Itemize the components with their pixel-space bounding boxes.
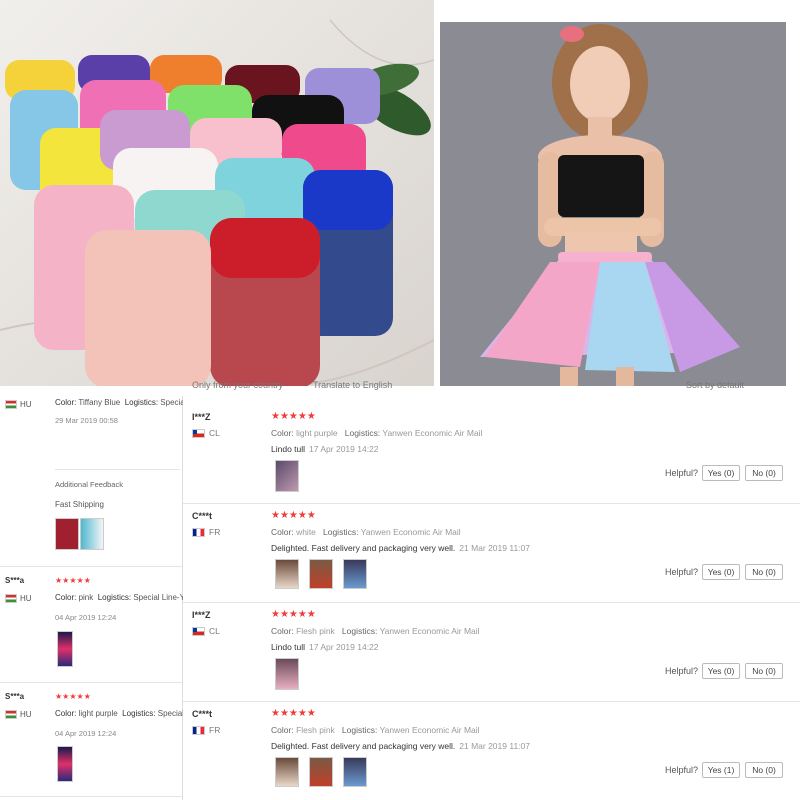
divider xyxy=(0,796,182,797)
tutu-model-image xyxy=(440,22,786,393)
review-list: I***Z CL ★★★★★ Color: light purple Logis… xyxy=(183,396,800,800)
star-rating: ★★★★★ xyxy=(55,692,91,701)
reviewer-name: I***Z xyxy=(192,610,211,620)
country-filter-label[interactable]: Only from your country xyxy=(192,380,283,390)
star-rating: ★★★★★ xyxy=(271,411,316,422)
chile-flag-icon xyxy=(192,429,205,439)
review-text: Delighted. Fast delivery and packaging v… xyxy=(271,741,530,751)
review-meta: Color: Flesh pink Logistics: Yanwen Econ… xyxy=(271,626,480,636)
divider xyxy=(0,566,182,567)
france-flag-icon xyxy=(192,528,205,538)
sort-label[interactable]: Sort by default xyxy=(686,380,744,390)
review-photo-thumbnail[interactable] xyxy=(343,757,367,787)
product-photo-tulle-rolls xyxy=(0,0,434,393)
review-photo-thumbnail[interactable] xyxy=(57,746,73,782)
review-photo-thumbnail[interactable] xyxy=(275,559,299,589)
review-country: CL xyxy=(192,626,220,637)
reviewer-name: S***a xyxy=(5,576,25,585)
review-photo-thumbnail[interactable] xyxy=(275,757,299,787)
review-date: 04 Apr 2019 12:24 xyxy=(55,729,117,738)
review-country: HU xyxy=(5,400,32,410)
review-photo-thumbnail[interactable] xyxy=(80,518,104,550)
review-country: FR xyxy=(192,725,220,736)
helpful-no-button[interactable]: No (0) xyxy=(745,465,783,481)
hungary-flag-icon xyxy=(5,710,17,720)
star-rating: ★★★★★ xyxy=(271,609,316,620)
review-meta: Color: Flesh pink Logistics: Yanwen Econ… xyxy=(271,725,480,735)
review-date: 21 Mar 2019 11:07 xyxy=(459,543,530,553)
helpful-yes-button[interactable]: Yes (1) xyxy=(702,762,740,778)
left-review-panel: HU Color: Tiffany Blue Logistics: Specia… xyxy=(0,396,219,800)
france-flag-icon xyxy=(192,726,205,736)
helpful-no-button[interactable]: No (0) xyxy=(745,762,783,778)
review-date: 04 Apr 2019 12:24 xyxy=(55,613,117,622)
review-photo-thumbnail[interactable] xyxy=(309,559,333,589)
review-item: C***t FR ★★★★★ Color: white Logistics: Y… xyxy=(183,507,800,603)
translate-label[interactable]: Translate to English xyxy=(313,380,392,390)
helpful-no-button[interactable]: No (0) xyxy=(745,564,783,580)
review-date: 29 Mar 2019 00:58 xyxy=(55,416,118,425)
helpful-label: Helpful? xyxy=(665,666,699,676)
reviewer-name: S***a xyxy=(5,692,25,701)
hungary-flag-icon xyxy=(5,594,17,604)
reviewer-name: I***Z xyxy=(192,412,211,422)
divider xyxy=(0,682,182,683)
product-photo-tutu-model xyxy=(436,8,800,393)
star-rating: ★★★★★ xyxy=(271,708,316,719)
review-date: 17 Apr 2019 14:22 xyxy=(309,444,379,454)
divider xyxy=(183,602,800,603)
review-text: Lindo tull 17 Apr 2019 14:22 xyxy=(271,642,379,652)
review-item: I***Z CL ★★★★★ Color: Flesh pink Logisti… xyxy=(183,606,800,702)
helpful-label: Helpful? xyxy=(665,468,699,478)
hungary-flag-icon xyxy=(5,400,17,410)
review-meta: Color: white Logistics: Yanwen Economic … xyxy=(271,527,461,537)
review-country: FR xyxy=(192,527,220,538)
review-photo-thumbnail[interactable] xyxy=(57,631,73,667)
review-item: I***Z CL ★★★★★ Color: light purple Logis… xyxy=(183,408,800,504)
review-photo-thumbnail[interactable] xyxy=(275,460,299,492)
tulle-rolls-image xyxy=(0,0,434,393)
reviewer-name: C***t xyxy=(192,709,213,719)
divider xyxy=(183,701,800,702)
chile-flag-icon xyxy=(192,627,205,637)
review-date: 17 Apr 2019 14:22 xyxy=(309,642,379,652)
review-photo-thumbnail[interactable] xyxy=(309,757,333,787)
divider xyxy=(55,469,180,470)
star-rating: ★★★★★ xyxy=(55,576,91,585)
review-photo-thumbnail[interactable] xyxy=(55,518,79,550)
review-country: HU xyxy=(5,710,32,720)
review-photo-thumbnail[interactable] xyxy=(343,559,367,589)
review-meta: Color: pink Logistics: Special Line-YW xyxy=(55,593,193,602)
helpful-yes-button[interactable]: Yes (0) xyxy=(702,465,740,481)
review-country: HU xyxy=(5,594,32,604)
helpful-label: Helpful? xyxy=(665,765,699,775)
helpful-label: Helpful? xyxy=(665,567,699,577)
review-text: Delighted. Fast delivery and packaging v… xyxy=(271,543,530,553)
divider xyxy=(183,503,800,504)
review-country: CL xyxy=(192,428,220,439)
reviewer-name: C***t xyxy=(192,511,213,521)
helpful-yes-button[interactable]: Yes (0) xyxy=(702,564,740,580)
review-meta: Color: light purple Logistics: Yanwen Ec… xyxy=(271,428,483,438)
review-item: C***t FR ★★★★★ Color: Flesh pink Logisti… xyxy=(183,705,800,800)
helpful-no-button[interactable]: No (0) xyxy=(745,663,783,679)
additional-feedback-label: Additional Feedback xyxy=(55,480,123,489)
review-text: Lindo tull 17 Apr 2019 14:22 xyxy=(271,444,379,454)
helpful-yes-button[interactable]: Yes (0) xyxy=(702,663,740,679)
review-date: 21 Mar 2019 11:07 xyxy=(459,741,530,751)
additional-feedback-text: Fast Shipping xyxy=(55,500,104,509)
toolbar-strip: Only from your country Translate to Engl… xyxy=(0,380,800,396)
review-photo-thumbnail[interactable] xyxy=(275,658,299,690)
star-rating: ★★★★★ xyxy=(271,510,316,521)
